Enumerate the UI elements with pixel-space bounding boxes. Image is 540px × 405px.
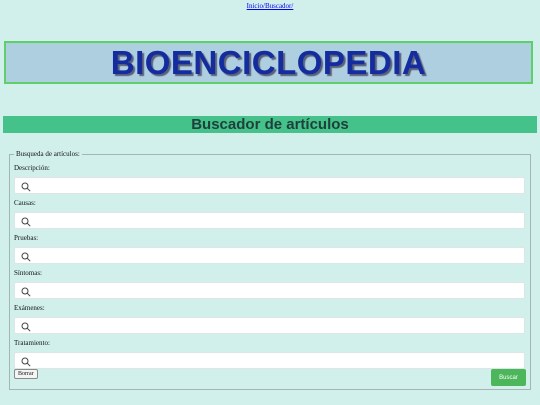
- search-icon: [21, 322, 31, 332]
- tests-label: Pruebas:: [14, 234, 39, 242]
- search-icon: [21, 217, 31, 227]
- symptoms-label: Síntomas:: [14, 269, 43, 277]
- breadcrumb: Inicio/Buscador/: [0, 2, 540, 10]
- search-icon: [21, 357, 31, 367]
- tests-input[interactable]: [14, 247, 525, 264]
- causes-label: Causas:: [14, 199, 36, 207]
- breadcrumb-home-link[interactable]: Inicio/: [247, 2, 265, 10]
- section-header: Buscador de artículos: [3, 116, 537, 133]
- site-title: BIOENCICLOPEDIA: [110, 43, 427, 81]
- search-button[interactable]: Buscar: [491, 369, 526, 386]
- search-icon: [21, 182, 31, 192]
- symptoms-input[interactable]: [14, 282, 525, 299]
- exams-label: Exámenes:: [14, 304, 45, 312]
- search-icon: [21, 287, 31, 297]
- treatment-input[interactable]: [14, 352, 525, 369]
- site-banner: BIOENCICLOPEDIA: [4, 41, 533, 84]
- search-icon: [21, 252, 31, 262]
- causes-input[interactable]: [14, 212, 525, 229]
- description-label: Descripción:: [14, 164, 50, 172]
- exams-input[interactable]: [14, 317, 525, 334]
- page-title: Buscador de artículos: [191, 116, 349, 133]
- breadcrumb-search-link[interactable]: Buscador/: [265, 2, 293, 10]
- description-input[interactable]: [14, 177, 525, 194]
- treatment-label: Tratamiento:: [14, 339, 50, 347]
- form-legend: Busqueda de artículos:: [14, 150, 82, 158]
- clear-button[interactable]: Borrar: [14, 369, 38, 379]
